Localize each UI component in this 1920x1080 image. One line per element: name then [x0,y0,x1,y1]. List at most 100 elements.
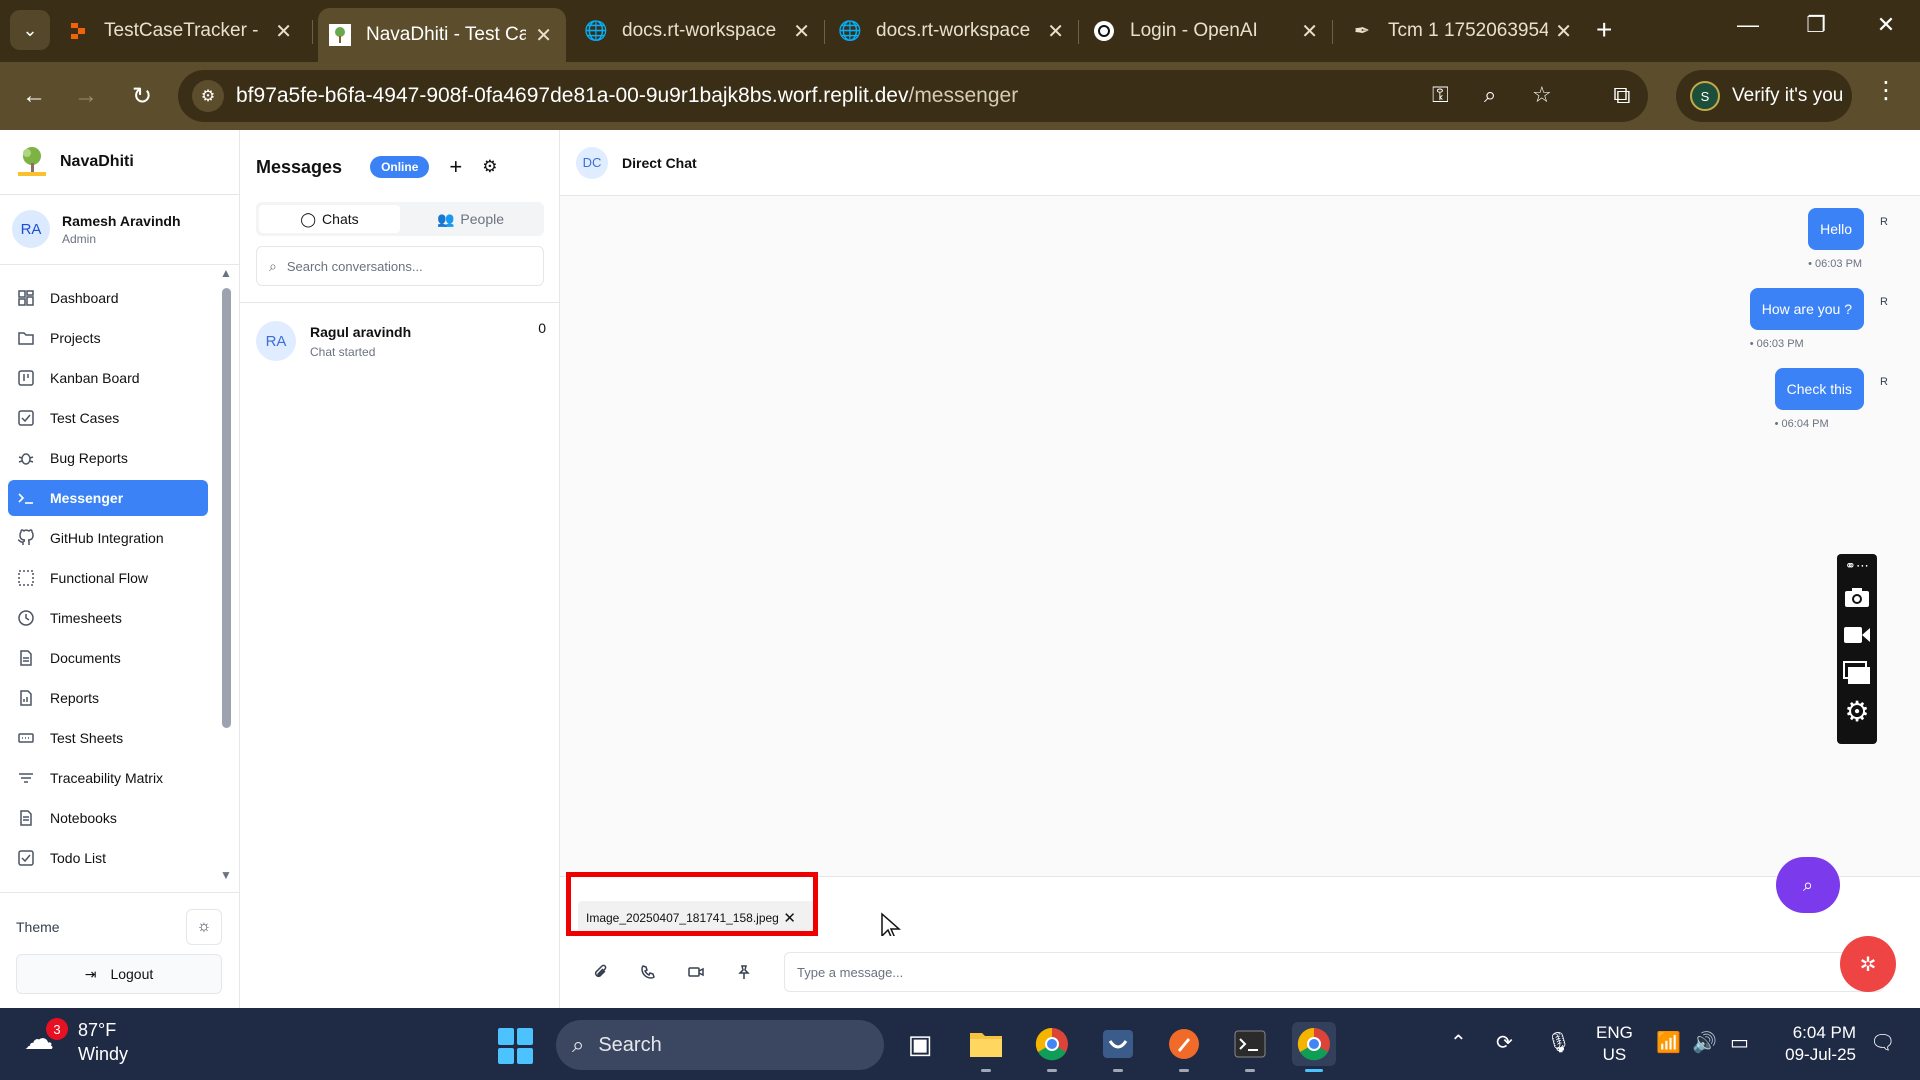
user-profile[interactable]: RA Ramesh Aravindh Admin [12,210,181,248]
brand[interactable]: NavaDhiti [14,144,134,180]
close-window-button[interactable]: ✕ [1866,12,1906,38]
gear-icon[interactable]: ⚙ [1842,696,1872,727]
browser-menu-icon[interactable]: ⋮ [1874,76,1898,105]
sidebar-item-github-integration[interactable]: GitHub Integration [8,520,208,556]
close-icon[interactable]: ✕ [793,19,810,44]
browser-tab[interactable]: 🌐 docs.rt-workspace ✕ [838,8,1078,54]
profile-verify-button[interactable]: S Verify it's you [1676,70,1852,122]
camera-icon[interactable] [1842,582,1872,612]
browser-tab[interactable]: ✒ Tcm 1 1752063954 ✕ [1350,8,1586,54]
tab-people[interactable]: 👥 People [400,205,541,233]
forward-button[interactable]: → [66,76,106,116]
list-item[interactable]: RA Ragul aravindh Chat started 0 [256,316,546,366]
close-icon[interactable]: ✕ [535,23,552,48]
sidebar-item-traceability-matrix[interactable]: Traceability Matrix [8,760,208,796]
sidebar-item-bug-reports[interactable]: Bug Reports [8,440,208,476]
scroll-up-icon[interactable]: ▲ [220,266,232,280]
address-bar[interactable]: ⚙ bf97a5fe-b6fa-4947-908f-0fa4697de81a-0… [178,70,1648,122]
sidebar-item-documents[interactable]: Documents [8,640,208,676]
zoom-icon[interactable]: ⌕ [1484,82,1496,108]
terminal-app-icon[interactable] [1228,1022,1272,1072]
star-icon[interactable]: ☆ [1532,82,1552,108]
close-icon[interactable]: ✕ [1047,19,1064,44]
sidebar-item-functional-flow[interactable]: Functional Flow [8,560,208,596]
sync-icon[interactable]: ⟳ [1496,1030,1513,1055]
microphone-icon[interactable]: 🎙 [1546,1030,1571,1055]
theme-toggle-button[interactable]: ☼ [186,909,222,945]
clock-date: 09-Jul-25 [1785,1045,1856,1064]
message-bubble[interactable]: How are you ? [1749,288,1864,330]
tab-chats[interactable]: ◯ Chats [259,205,400,233]
browser-tab[interactable]: Login - OpenAI ✕ [1092,8,1332,54]
sidebar-item-test-cases[interactable]: Test Cases [8,400,208,436]
status-badge: Online [370,156,430,178]
clock[interactable]: 6:04 PM 09-Jul-25 [1740,1022,1856,1066]
user-name: Ramesh Aravindh [62,212,181,229]
browser-tab[interactable]: 🌐 docs.rt-workspace ✕ [584,8,824,54]
bug-report-fab-button[interactable]: ✲ [1840,936,1896,992]
scrollbar-thumb[interactable] [222,288,231,728]
file-explorer-icon[interactable] [964,1022,1008,1072]
logout-button[interactable]: ⇥ Logout [16,954,222,994]
app-icon[interactable] [1096,1022,1140,1072]
video-icon[interactable] [686,962,706,982]
browser-tab[interactable]: TestCaseTracker - R ✕ [66,8,306,54]
new-tab-button[interactable]: + [1596,14,1612,46]
taskbar-search[interactable]: ⌕ Search [556,1020,884,1070]
chrome-profile-icon[interactable] [1292,1022,1336,1072]
sidebar-item-timesheets[interactable]: Timesheets [8,600,208,636]
pin-icon[interactable] [734,962,754,982]
sidebar-item-reports[interactable]: Reports [8,680,208,716]
restore-button[interactable]: ❐ [1796,12,1836,38]
windows-icon[interactable] [1842,658,1872,688]
close-icon[interactable]: ✕ [1555,19,1572,44]
new-chat-button[interactable]: + [449,154,462,180]
arrow-left-icon: ← [22,82,46,109]
back-button[interactable]: ← [14,76,54,116]
sidebar-item-kanban-board[interactable]: Kanban Board [8,360,208,396]
tab-search-button[interactable]: ⌄ [10,10,50,50]
url-text[interactable]: bf97a5fe-b6fa-4947-908f-0fa4697de81a-00-… [236,84,1018,108]
sidebar-item-messenger[interactable]: Messenger [8,480,208,516]
chrome-icon[interactable] [1030,1022,1074,1072]
message-input[interactable] [784,952,1884,992]
task-view-icon[interactable]: ▣ [898,1022,942,1066]
message-bubble[interactable]: Hello [1808,208,1864,250]
windows-start-icon[interactable] [498,1028,534,1064]
wifi-icon[interactable]: 📶 [1656,1030,1681,1055]
chevron-down-icon: ⌄ [22,19,38,40]
sidebar-item-todo-list[interactable]: Todo List [8,840,208,876]
sidebar-item-test-sheets[interactable]: Test Sheets [8,720,208,756]
notifications-icon[interactable]: 🗨 [1870,1030,1895,1055]
minimize-button[interactable]: — [1728,12,1768,38]
volume-icon[interactable]: 🔊 [1692,1030,1717,1055]
sidebar-item-dashboard[interactable]: Dashboard [8,280,208,316]
reload-button[interactable]: ↻ [122,76,162,116]
message-bubble[interactable]: Check this [1774,368,1864,410]
paperclip-icon[interactable] [590,962,610,982]
settings-gear-icon[interactable]: ⚙ [482,157,497,177]
weather-widget[interactable]: ☁ 3 87°F Windy [24,1018,128,1066]
chat-fab-button[interactable]: ⌕ [1776,857,1840,913]
chevron-up-icon[interactable]: ⌃ [1450,1030,1467,1055]
sidebar-scrollbar[interactable]: ▲ ▼ [218,266,234,886]
plus-icon: + [1596,14,1613,45]
extensions-icon[interactable]: ⧉ [1602,76,1642,116]
close-icon[interactable]: ✕ [275,19,292,44]
search-input[interactable] [286,258,527,274]
sidebar-item-notebooks[interactable]: Notebooks [8,800,208,836]
browser-tab-active[interactable]: NavaDhiti - Test Ca ✕ [318,8,566,62]
pen-app-icon[interactable] [1162,1022,1206,1072]
replit-icon [66,19,90,43]
key-icon[interactable]: ⚿ [1432,82,1449,108]
close-icon[interactable]: ✕ [1301,19,1318,44]
avatar: DC [576,146,608,179]
site-info-icon[interactable]: ⚙ [192,80,224,112]
phone-icon[interactable] [638,962,658,982]
scroll-down-icon[interactable]: ▼ [220,868,232,882]
video-camera-icon[interactable] [1842,620,1872,650]
sidebar-item-projects[interactable]: Projects [8,320,208,356]
more-icon[interactable]: ⚭⋯ [1842,558,1872,574]
language-indicator[interactable]: ENG US [1596,1022,1633,1066]
sidebar-item-label: Test Cases [50,410,120,426]
